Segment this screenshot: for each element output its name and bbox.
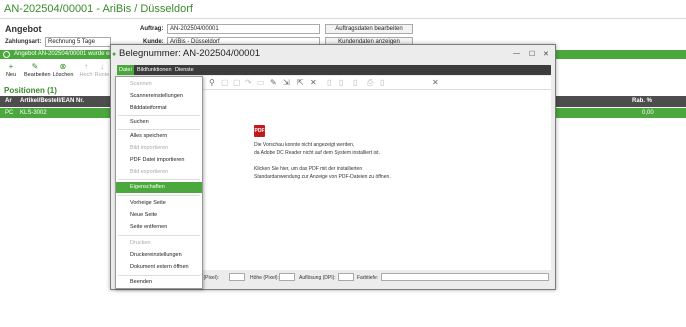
column-header[interactable]: Ar (5, 96, 12, 107)
height-field[interactable] (279, 273, 295, 281)
menu-separator (118, 179, 200, 180)
menu-separator (118, 235, 200, 236)
menu-item-alles-speichern[interactable]: Alles speichern (116, 131, 202, 142)
menu-item-eigenschaften[interactable]: Eigenschaften (116, 182, 202, 193)
menu-item-scannen[interactable]: Scannen (116, 79, 202, 90)
edit-icon: ✎ (31, 62, 39, 71)
page-next-icon[interactable]: ▯ (353, 78, 357, 87)
payment-label: Zahlungsart: (5, 39, 42, 45)
plus-icon: + (8, 62, 14, 71)
maximize-icon[interactable]: ☐ (529, 50, 535, 58)
edit-order-data-button[interactable]: Auftragsdaten bearbeiten (325, 24, 413, 34)
menu-bildfunktionen[interactable]: Bildfunktionen (135, 65, 174, 75)
preview-message: da Adobe DC Reader nicht auf dem System … (254, 150, 380, 156)
column-header[interactable]: Rab. % (632, 96, 652, 107)
menu-separator (118, 275, 200, 276)
page-first-icon[interactable]: ▯ (327, 78, 331, 87)
resolution-field[interactable] (338, 273, 354, 281)
datei-menu: Scannen Scannereinstellungen Bilddateifo… (115, 76, 203, 289)
close-icon[interactable]: ✕ (543, 50, 549, 58)
order-field[interactable]: AN-202504/00001 (167, 24, 320, 34)
menu-datei[interactable]: Datei (117, 65, 134, 75)
pdf-icon[interactable]: PDF (254, 125, 265, 137)
page-prev-icon[interactable]: ▯ (339, 78, 343, 87)
menu-separator (118, 115, 200, 116)
paste-icon[interactable]: ▢ (233, 78, 241, 87)
menu-item-scannereinstellungen[interactable]: Scannereinstellungen (116, 91, 202, 102)
copy-icon[interactable]: ▢ (221, 78, 229, 87)
window-title: AN-202504/00001 - AriBis / Düsseldorf (4, 3, 193, 15)
menu-item-dokument-extern-oeffnen[interactable]: Dokument extern öffnen (116, 262, 202, 273)
menu-dienste[interactable]: Dienste (173, 65, 196, 75)
table-cell: 0,00 (642, 110, 654, 116)
close-preview-icon[interactable]: ✕ (432, 78, 439, 87)
import-icon[interactable]: ⇱ (297, 78, 304, 87)
table-cell: KLS-3002 (20, 110, 47, 116)
delete-page-icon[interactable]: ✕ (310, 78, 317, 87)
height-label: Höhe (Pixel): (250, 275, 279, 281)
order-label: Auftrag: (140, 26, 164, 32)
edit-doc-icon[interactable]: ✎ (270, 78, 277, 87)
color-depth-field[interactable] (381, 273, 549, 281)
title-divider (0, 18, 686, 19)
menubar: Datei Bildfunktionen Dienste (117, 65, 551, 75)
rotate-icon[interactable]: ↷ (245, 78, 252, 87)
color-depth-label: Farbtiefe: (357, 275, 379, 281)
menu-item-pdf-importieren[interactable]: PDF Datei importieren (116, 155, 202, 166)
search-icon[interactable]: ⚲ (209, 78, 215, 87)
open-pdf-link[interactable]: Standardanwendung zur Anzeige von PDF-Da… (254, 174, 391, 180)
delete-button[interactable]: ⊗ Löschen (52, 62, 74, 78)
export-icon[interactable]: ⇲ (283, 78, 290, 87)
menu-separator (118, 129, 200, 130)
preview-message: Die Vorschau konnte nicht angezeigt werd… (254, 142, 355, 148)
menu-item-beenden[interactable]: Beenden (116, 277, 202, 288)
menu-item-neue-seite[interactable]: Neue Seite (116, 210, 202, 221)
menu-item-bild-exportieren[interactable]: Bild exportieren (116, 167, 202, 178)
menu-item-seite-entfernen[interactable]: Seite entfernen (116, 222, 202, 233)
positions-title: Positionen (1) (4, 86, 57, 95)
delete-icon: ⊗ (59, 62, 67, 71)
column-header[interactable]: Artikel/Bestell/EAN Nr. (20, 96, 84, 107)
print-icon[interactable]: ⎙ (367, 78, 373, 88)
width-field[interactable] (229, 273, 245, 281)
page-last-icon[interactable]: ▯ (380, 78, 384, 87)
minimize-icon[interactable]: — (513, 50, 520, 57)
menu-item-vorherige-seite[interactable]: Vorheige Seite (116, 198, 202, 209)
menu-item-bild-importieren[interactable]: Bild importieren (116, 143, 202, 154)
check-icon (3, 51, 10, 58)
payment-field[interactable]: Rechnung 5 Tage (45, 37, 111, 47)
app-icon: ● (112, 51, 117, 58)
menu-item-druckereinstellungen[interactable]: Druckereinstellungen (116, 250, 202, 261)
menu-item-drucken[interactable]: Drucken (116, 238, 202, 249)
open-pdf-link[interactable]: Klicken Sie hier, um das PDF mit der ins… (254, 166, 362, 172)
modal-header: ● Belegnummer: AN-202504/00001 — ☐ ✕ (111, 45, 555, 65)
new-button[interactable]: + Neu (0, 62, 22, 78)
edit-button[interactable]: ✎ Bearbeiten (24, 62, 51, 78)
menu-separator (118, 195, 200, 196)
modal-title: Belegnummer: AN-202504/00001 (119, 48, 261, 59)
resolution-label: Auflösung (DPI): (299, 275, 336, 281)
section-title: Angebot (5, 24, 42, 34)
image-icon[interactable]: ▭ (257, 78, 265, 87)
table-cell: PC (5, 110, 14, 116)
menu-item-bilddateiformat[interactable]: Bilddateiformat (116, 103, 202, 114)
menu-item-suchen[interactable]: Suchen (116, 117, 202, 128)
